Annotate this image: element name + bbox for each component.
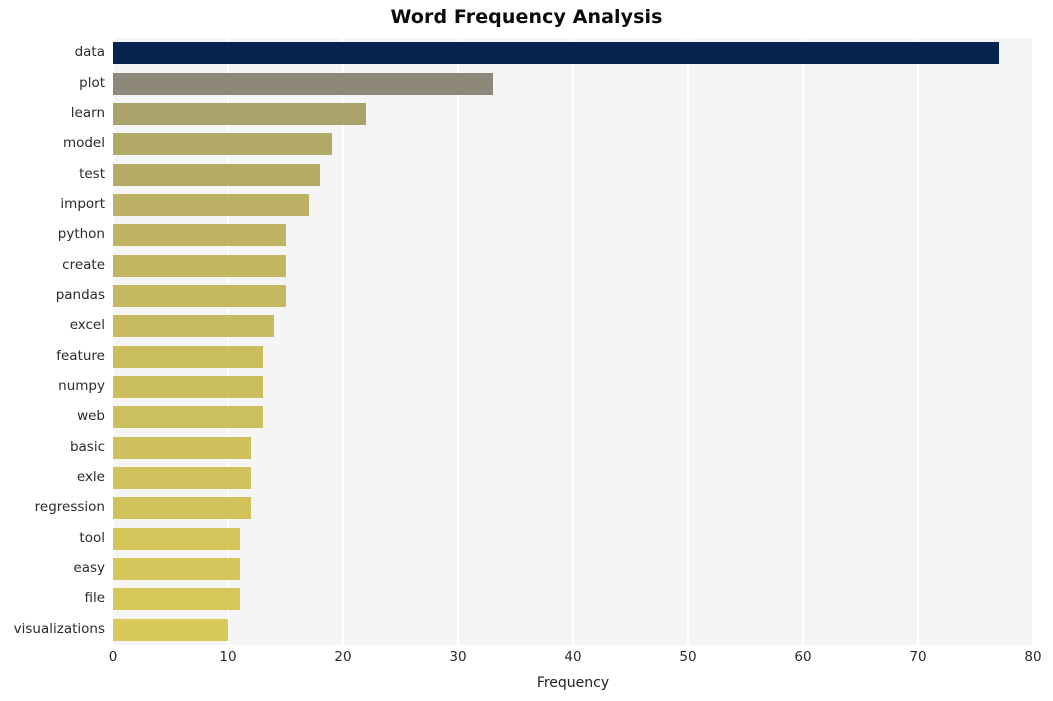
gridline-vertical xyxy=(572,38,574,645)
bar xyxy=(113,376,263,399)
bar-row xyxy=(113,345,1033,368)
gridline-vertical xyxy=(687,38,689,645)
bar-row xyxy=(113,376,1033,399)
plot-area xyxy=(113,38,1033,645)
y-axis-tick-label: data xyxy=(74,44,105,61)
bar xyxy=(113,588,240,611)
bar xyxy=(113,193,309,216)
bar xyxy=(113,72,493,95)
gridline-vertical xyxy=(457,38,459,645)
y-axis-tick-label: file xyxy=(84,590,105,607)
bar-row xyxy=(113,193,1033,216)
x-axis-tick-label: 80 xyxy=(1024,649,1042,665)
bar-row xyxy=(113,224,1033,247)
y-axis-tick-label: pandas xyxy=(55,286,105,303)
y-axis-tick-label: plot xyxy=(79,74,105,91)
y-axis-tick-label: feature xyxy=(56,347,105,364)
bar-row xyxy=(113,588,1033,611)
x-axis-tick-label: 60 xyxy=(794,649,812,665)
y-axis-tick-label: regression xyxy=(34,499,105,516)
bar-row xyxy=(113,467,1033,490)
y-axis-tick-label: exle xyxy=(76,469,105,486)
gridline-vertical xyxy=(227,38,229,645)
y-axis-tick-label: python xyxy=(57,226,105,243)
y-axis-tick-label: numpy xyxy=(58,378,105,395)
bar-row xyxy=(113,254,1033,277)
y-axis-tick-labels: data plot learn model test import python create… xyxy=(0,38,105,645)
bar xyxy=(113,163,320,186)
bar xyxy=(113,436,251,459)
x-axis-tick-label: 70 xyxy=(909,649,927,665)
x-axis-tick-label: 20 xyxy=(334,649,352,665)
y-axis-tick-label: import xyxy=(60,195,105,212)
bar-row xyxy=(113,102,1033,125)
x-axis-title: Frequency xyxy=(536,675,610,691)
bar-row xyxy=(113,406,1033,429)
gridline-vertical xyxy=(113,38,114,645)
bar-row xyxy=(113,618,1033,641)
bar xyxy=(113,284,286,307)
bar-row xyxy=(113,284,1033,307)
bar xyxy=(113,224,286,247)
bar-row xyxy=(113,133,1033,156)
y-axis-tick-label: easy xyxy=(73,560,105,577)
y-axis-tick-label: learn xyxy=(70,104,105,121)
y-axis-tick-label: web xyxy=(77,408,105,425)
bar xyxy=(113,558,240,581)
bar-row xyxy=(113,315,1033,338)
bar xyxy=(113,42,999,65)
y-axis-tick-label: test xyxy=(79,165,105,182)
chart-title: Word Frequency Analysis xyxy=(390,6,663,28)
chart-figure: Word Frequency Analysis data plot learn mod… xyxy=(0,0,1053,701)
y-axis-tick-label: visualizations xyxy=(13,620,105,637)
bar xyxy=(113,315,274,338)
bar xyxy=(113,345,263,368)
bar xyxy=(113,406,263,429)
x-axis-tick-labels: 0 10 20 30 40 50 60 70 80 xyxy=(0,649,1053,673)
bar xyxy=(113,618,228,641)
bar-row xyxy=(113,497,1033,520)
bar-row xyxy=(113,558,1033,581)
y-axis-tick-label: excel xyxy=(69,317,105,334)
y-axis-tick-label: tool xyxy=(79,529,105,546)
x-axis-tick-label: 50 xyxy=(679,649,697,665)
bar-row xyxy=(113,527,1033,550)
x-axis-tick-label: 0 xyxy=(108,649,118,665)
bar xyxy=(113,102,366,125)
y-axis-tick-label: model xyxy=(62,135,105,152)
x-axis-tick-label: 40 xyxy=(564,649,582,665)
bar-row xyxy=(113,42,1033,65)
gridline-vertical xyxy=(342,38,344,645)
y-axis-tick-label: basic xyxy=(69,438,105,455)
bar-row xyxy=(113,163,1033,186)
bar xyxy=(113,254,286,277)
bar xyxy=(113,527,240,550)
bar-row xyxy=(113,436,1033,459)
bar-row xyxy=(113,72,1033,95)
x-axis-tick-label: 10 xyxy=(219,649,237,665)
bar xyxy=(113,467,251,490)
x-axis-tick-label: 30 xyxy=(449,649,467,665)
y-axis-tick-label: create xyxy=(62,256,105,273)
bar xyxy=(113,497,251,520)
gridline-vertical xyxy=(802,38,804,645)
gridline-vertical xyxy=(917,38,919,645)
gridline-vertical xyxy=(1032,38,1033,645)
bar xyxy=(113,133,332,156)
